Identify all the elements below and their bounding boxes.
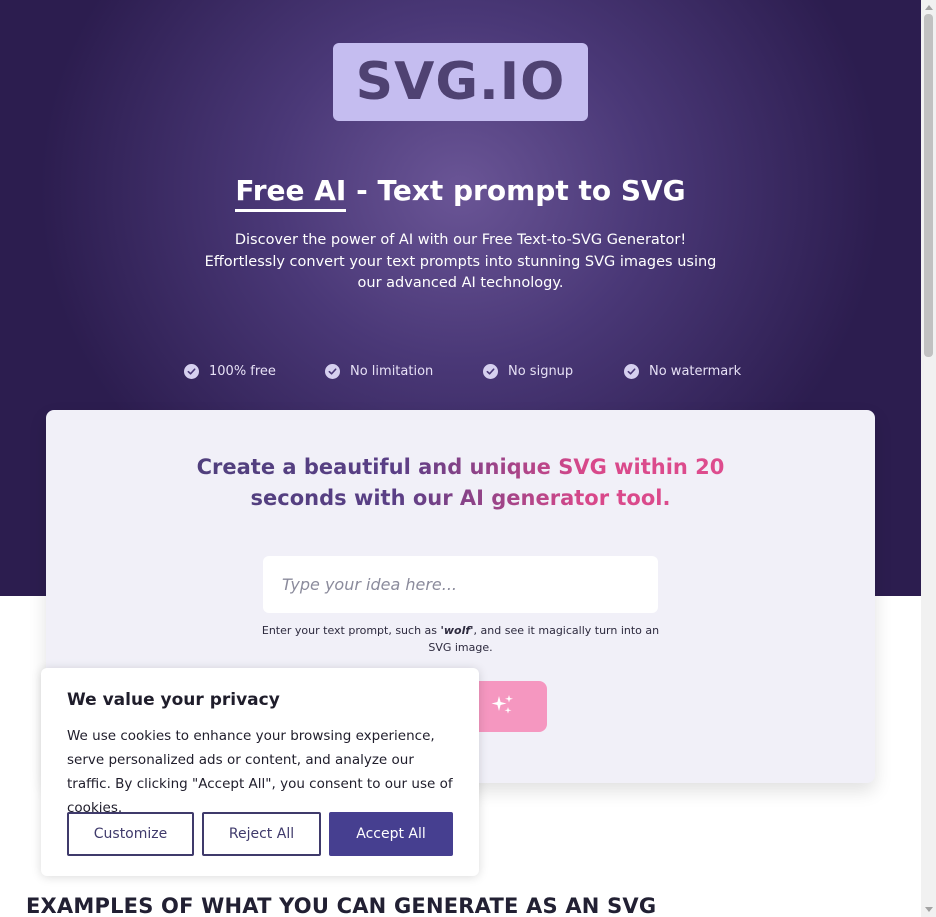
scroll-up-arrow-icon[interactable]: [921, 0, 936, 14]
cookie-banner: We value your privacy We use cookies to …: [41, 668, 479, 876]
hero-subtitle: Discover the power of AI with our Free T…: [204, 232, 717, 291]
prompt-hint: Enter your text prompt, such as 'wolf', …: [256, 622, 665, 656]
scroll-down-arrow-icon[interactable]: [921, 903, 936, 917]
reject-all-button[interactable]: Reject All: [202, 812, 321, 856]
feature-item: No watermark: [624, 364, 741, 379]
customize-button[interactable]: Customize: [67, 812, 194, 856]
feature-item: 100% free: [184, 364, 276, 379]
cookie-title: We value your privacy: [67, 690, 280, 710]
vertical-scrollbar[interactable]: [921, 0, 936, 917]
hero-headline: Free AI - Text prompt to SVG: [0, 174, 921, 212]
feature-label: No limitation: [350, 364, 434, 379]
page: SVG.IO Free AI - Text prompt to SVG Disc…: [0, 0, 936, 917]
hint-before: Enter your text prompt, such as: [261, 624, 441, 637]
generator-title: Create a beautiful and unique SVG within…: [146, 452, 775, 514]
cookie-text: We use cookies to enhance your browsing …: [67, 728, 453, 816]
scrollbar-thumb[interactable]: [924, 14, 933, 357]
hint-example: 'wolf': [440, 624, 474, 637]
check-circle-icon: [624, 364, 639, 379]
prompt-input[interactable]: [263, 556, 658, 613]
accept-all-button[interactable]: Accept All: [329, 812, 453, 856]
sparkles-icon: [489, 693, 517, 720]
feature-item: No limitation: [325, 364, 433, 379]
headline-rest: - Text prompt to SVG: [346, 174, 686, 207]
feature-label: No watermark: [649, 364, 742, 379]
check-circle-icon: [325, 364, 340, 379]
examples-heading: EXAMPLES OF WHAT YOU CAN GENERATE AS AN …: [26, 894, 657, 917]
feature-label: 100% free: [209, 364, 276, 379]
feature-label: No signup: [508, 364, 574, 379]
logo[interactable]: SVG.IO: [333, 43, 588, 121]
headline-highlight: Free AI: [235, 174, 347, 212]
check-circle-icon: [184, 364, 199, 379]
check-circle-icon: [483, 364, 498, 379]
feature-item: No signup: [483, 364, 573, 379]
